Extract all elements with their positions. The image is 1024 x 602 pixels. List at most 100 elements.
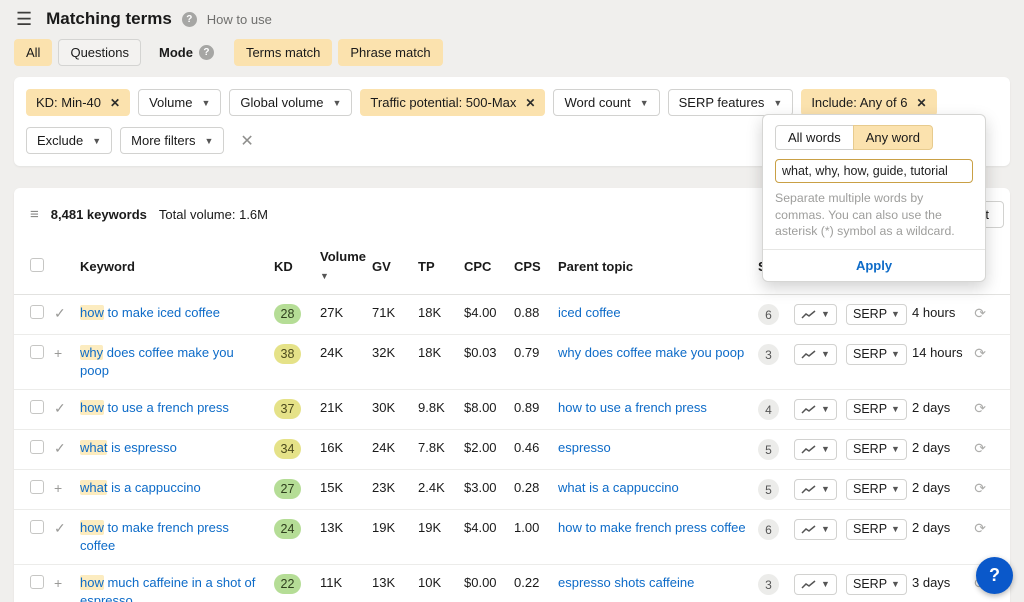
matched-term-highlight[interactable]: how [80,575,104,590]
filter-traffic-potential[interactable]: Traffic potential: 500-Max ✕ [360,89,546,116]
serp-dropdown-button[interactable]: SERP ▼ [846,519,907,540]
remove-filter-icon[interactable]: ✕ [525,96,535,110]
plus-icon[interactable]: + [54,344,80,362]
matched-term-highlight[interactable]: how [80,400,104,415]
hamburger-menu-icon[interactable]: ☰ [16,10,32,28]
keyword-link[interactable]: much caffeine in a shot of espresso [80,575,255,602]
refresh-icon[interactable]: ⟳ [974,345,986,361]
phrase-match-button[interactable]: Phrase match [338,39,443,66]
row-checkbox[interactable] [30,305,44,319]
serp-features-count-badge[interactable]: 3 [758,574,779,595]
refresh-icon[interactable]: ⟳ [974,440,986,456]
header-volume[interactable]: Volume ▼ [320,248,372,285]
keyword-link[interactable]: to use a french press [104,400,228,415]
tab-questions[interactable]: Questions [58,39,141,66]
serp-features-count-badge[interactable]: 5 [758,479,779,500]
serp-features-count-badge[interactable]: 3 [758,344,779,365]
plus-icon[interactable]: + [54,479,80,497]
header-cpc[interactable]: CPC [464,258,514,276]
serp-features-count-badge[interactable]: 4 [758,399,779,420]
filter-volume[interactable]: Volume ▼ [138,89,222,116]
matched-term-highlight[interactable]: how [80,305,104,320]
help-fab-button[interactable]: ? [976,557,1013,594]
header-cps[interactable]: CPS [514,258,558,276]
trend-dropdown-button[interactable]: ▼ [794,574,837,595]
filter-more[interactable]: More filters ▼ [120,127,225,154]
filter-kd[interactable]: KD: Min-40 ✕ [26,89,131,116]
serp-dropdown-button[interactable]: SERP ▼ [846,439,907,460]
parent-topic-link[interactable]: why does coffee make you poop [558,345,744,360]
tab-all[interactable]: All [14,39,53,66]
filter-exclude[interactable]: Exclude ▼ [26,127,113,154]
clear-filters-icon[interactable]: ✕ [240,131,253,151]
filter-word-count[interactable]: Word count ▼ [553,89,660,116]
trend-dropdown-button[interactable]: ▼ [794,479,837,500]
parent-topic-link[interactable]: espresso shots caffeine [558,575,694,590]
matched-term-highlight[interactable]: why [80,345,104,360]
refresh-icon[interactable]: ⟳ [974,520,986,536]
header-parent-topic[interactable]: Parent topic [558,258,758,276]
header-gv[interactable]: GV [372,258,418,276]
row-checkbox[interactable] [30,400,44,414]
row-checkbox[interactable] [30,440,44,454]
serp-dropdown-button[interactable]: SERP ▼ [846,399,907,420]
how-to-use-link[interactable]: How to use [207,12,272,27]
include-terms-input[interactable] [775,159,973,183]
filter-include[interactable]: Include: Any of 6 ✕ [801,89,937,116]
row-checkbox[interactable] [30,480,44,494]
tab-any-word[interactable]: Any word [852,125,933,150]
row-checkbox[interactable] [30,345,44,359]
tab-all-words[interactable]: All words [775,125,854,150]
trend-dropdown-button[interactable]: ▼ [794,439,837,460]
matched-term-highlight[interactable]: what [80,440,108,455]
list-view-icon[interactable]: ≡ [30,206,39,223]
serp-features-count-badge[interactable]: 6 [758,519,779,540]
header-keyword[interactable]: Keyword [80,258,274,276]
matched-term-highlight[interactable]: how [80,520,104,535]
serp-dropdown-button[interactable]: SERP ▼ [846,344,907,365]
help-circle-icon[interactable]: ? [181,11,197,27]
check-icon[interactable]: ✓ [54,519,80,537]
filter-global-volume[interactable]: Global volume ▼ [229,89,353,116]
apply-button[interactable]: Apply [763,248,985,281]
serp-dropdown-button[interactable]: SERP ▼ [846,304,907,325]
parent-topic-link[interactable]: iced coffee [558,305,621,320]
check-icon[interactable]: ✓ [54,439,80,457]
trend-dropdown-button[interactable]: ▼ [794,304,837,325]
serp-dropdown-button[interactable]: SERP ▼ [846,574,907,595]
remove-filter-icon[interactable]: ✕ [110,96,120,110]
keyword-link[interactable]: is a cappuccino [107,480,201,495]
serp-features-count-badge[interactable]: 5 [758,439,779,460]
parent-topic-link[interactable]: how to use a french press [558,400,707,415]
matched-term-highlight[interactable]: what [80,480,108,495]
serp-features-count-badge[interactable]: 6 [758,304,779,325]
select-all-checkbox[interactable] [30,257,44,272]
parent-topic-link[interactable]: what is a cappuccino [558,480,679,495]
refresh-icon[interactable]: ⟳ [974,400,986,416]
filter-serp-features[interactable]: SERP features ▼ [667,89,794,116]
trend-dropdown-button[interactable]: ▼ [794,519,837,540]
mode-help-icon[interactable]: ? [198,45,214,60]
keyword-link[interactable]: is espresso [107,440,177,455]
parent-topic-link[interactable]: espresso [558,440,611,455]
terms-match-button[interactable]: Terms match [233,39,333,66]
mode-label: Mode [159,45,193,60]
refresh-icon[interactable]: ⟳ [974,480,986,496]
header-kd[interactable]: KD [274,258,320,276]
keyword-link[interactable]: to make iced coffee [104,305,220,320]
plus-icon[interactable]: + [54,574,80,592]
header-tp[interactable]: TP [418,258,464,276]
row-checkbox[interactable] [30,575,44,589]
check-icon[interactable]: ✓ [54,399,80,417]
trend-dropdown-button[interactable]: ▼ [794,399,837,420]
serp-dropdown-button[interactable]: SERP ▼ [846,479,907,500]
filter-kd-label: KD: Min-40 [36,95,102,110]
parent-topic-link[interactable]: how to make french press coffee [558,520,746,535]
remove-filter-icon[interactable]: ✕ [916,96,926,110]
refresh-icon[interactable]: ⟳ [974,305,986,321]
row-checkbox[interactable] [30,520,44,534]
check-icon[interactable]: ✓ [54,304,80,322]
trend-dropdown-button[interactable]: ▼ [794,344,837,365]
keyword-link[interactable]: does coffee make you poop [80,345,234,378]
kd-badge: 27 [274,479,301,499]
